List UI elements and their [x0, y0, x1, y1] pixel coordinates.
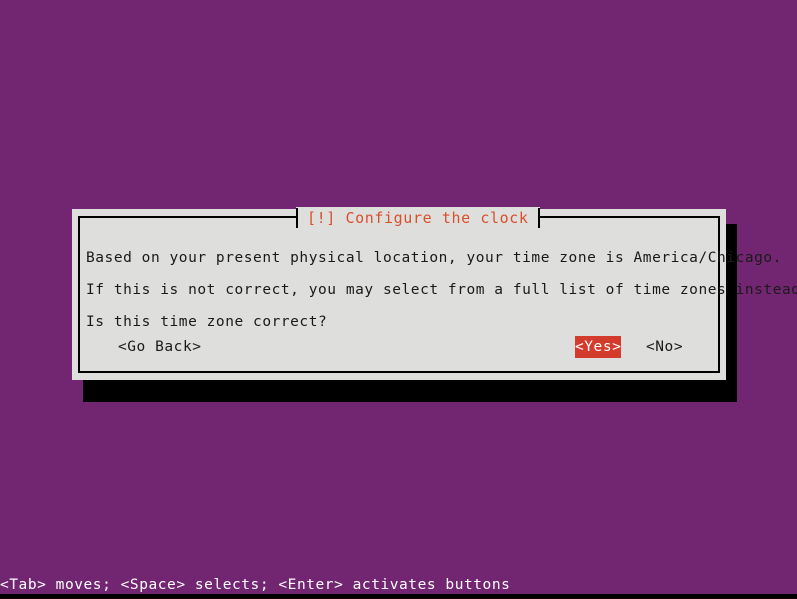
message-line-instruction: If this is not correct, you may select f…: [86, 282, 797, 298]
title-right-tick: [537, 208, 540, 228]
keyboard-help-status-bar: <Tab> moves; <Space> selects; <Enter> ac…: [0, 577, 511, 593]
bottom-black-strip: [0, 594, 797, 599]
dialog-button-row: <Go Back> <Yes> <No>: [86, 336, 700, 358]
go-back-button[interactable]: <Go Back>: [118, 336, 202, 358]
dialog-message-body: Based on your present physical location,…: [86, 242, 797, 338]
yes-button[interactable]: <Yes>: [575, 336, 622, 358]
dialog-title-bar: [!] Configure the clock: [296, 207, 540, 229]
message-line-timezone: Based on your present physical location,…: [86, 250, 782, 266]
installer-screen: [!] Configure the clock Based on your pr…: [0, 0, 797, 599]
no-button[interactable]: <No>: [646, 336, 683, 358]
message-line-question: Is this time zone correct?: [86, 314, 328, 330]
dialog-title: [!] Configure the clock: [307, 209, 529, 227]
